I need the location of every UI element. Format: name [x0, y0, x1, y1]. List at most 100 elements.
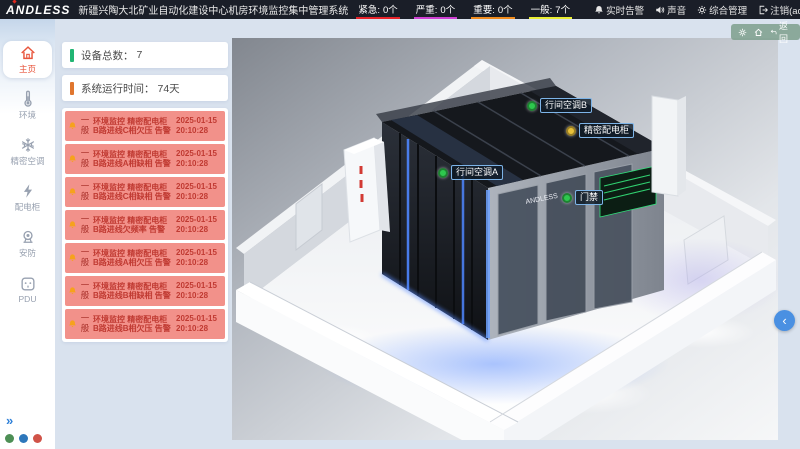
alarm-time: 20:10:28	[176, 159, 208, 168]
device-status-dot	[566, 126, 576, 136]
alarm-time: 20:10:28	[176, 126, 208, 135]
device-status-dot	[527, 101, 537, 111]
alarm-time: 20:10:28	[176, 258, 208, 267]
stat-label: 设备总数：	[81, 48, 134, 63]
room-3d-viewport[interactable]: ANDLESS	[232, 38, 778, 440]
room-3d-render[interactable]: ANDLESS	[232, 38, 778, 440]
alarm-level: 一般	[80, 215, 90, 235]
sidebar-item-label: 环境	[19, 109, 36, 121]
level-filter-severe[interactable]: 严重: 0个	[414, 1, 457, 19]
alarm-bell-icon	[68, 286, 77, 296]
realtime-alarm-button[interactable]: 实时告警	[594, 3, 644, 17]
lightning-icon	[19, 182, 37, 200]
alarm-bell-icon	[68, 220, 77, 230]
level-label: 重要:	[473, 2, 495, 16]
scene-home-view-button[interactable]	[754, 28, 763, 37]
alarm-message: 环境监控 精密配电柜 B路进线C相缺相 告警	[93, 183, 173, 202]
level-count: 0个	[440, 2, 455, 16]
home-icon	[19, 44, 37, 62]
thermometer-icon	[19, 90, 37, 108]
device-label-row-ac-b[interactable]: 行间空调B	[527, 98, 592, 113]
device-label-text: 门禁	[575, 190, 603, 205]
alarm-bell-icon	[68, 154, 77, 164]
alarm-timestamp: 2025-01-1520:10:28	[176, 314, 222, 334]
stat-value: 7	[137, 49, 143, 61]
sidebar-item-pdu[interactable]: PDU	[3, 271, 52, 308]
level-filter-general[interactable]: 一般: 7个	[529, 1, 572, 19]
alarm-row[interactable]: 一般 环境监控 精密配电柜 B路进线欠频率 告警 2025-01-1520:10…	[65, 210, 225, 240]
status-dots	[5, 434, 55, 443]
level-filter-important[interactable]: 重要: 0个	[471, 1, 514, 19]
level-filter-critical[interactable]: 紧急: 0个	[356, 1, 399, 19]
alarm-date: 2025-01-15	[176, 314, 217, 323]
speaker-icon	[655, 5, 665, 15]
app-root: ANDLESS 新疆兴陶大北矿业自动化建设中心机房环境监控集中管理系统 紧急: …	[0, 0, 800, 449]
alarm-row[interactable]: 一般 环境监控 精密配电柜 B路进线A相缺相 告警 2025-01-1520:1…	[65, 144, 225, 174]
alarm-row[interactable]: 一般 环境监控 精密配电柜 B路进线C相欠压 告警 2025-01-1520:1…	[65, 111, 225, 141]
alarm-message: 环境监控 精密配电柜 B路进线C相欠压 告警	[93, 117, 173, 136]
alarm-timestamp: 2025-01-1520:10:28	[176, 116, 222, 136]
alarm-row[interactable]: 一般 环境监控 精密配电柜 B路进线B相缺相 告警 2025-01-1520:1…	[65, 276, 225, 306]
status-dot-blue[interactable]	[19, 434, 28, 443]
stat-uptime: 系统运行时间： 74天	[62, 75, 228, 101]
stat-device-total: 设备总数： 7	[62, 42, 228, 68]
device-label-door-access[interactable]: 门禁	[562, 190, 603, 205]
level-label: 紧急:	[358, 2, 380, 16]
alarm-date: 2025-01-15	[176, 149, 217, 158]
alarm-level: 一般	[80, 116, 90, 136]
alarm-time: 20:10:28	[176, 225, 208, 234]
alarm-row[interactable]: 一般 环境监控 精密配电柜 B路进线C相缺相 告警 2025-01-1520:1…	[65, 177, 225, 207]
panel-collapse-button[interactable]: ‹	[774, 310, 795, 331]
alarm-date: 2025-01-15	[176, 215, 217, 224]
alarm-bell-icon	[68, 187, 77, 197]
alarm-timestamp: 2025-01-1520:10:28	[176, 281, 222, 301]
alarm-timestamp: 2025-01-1520:10:28	[176, 149, 222, 169]
sidebar-item-home[interactable]: 主页	[3, 41, 52, 78]
cabinet-red-label-marks	[361, 166, 362, 202]
topbar-actions: 实时告警 声音 综合管理 注销(admin)	[594, 3, 800, 17]
sidebar-footer: »	[0, 413, 55, 443]
alarm-message: 环境监控 精密配电柜 B路进线A相缺相 告警	[93, 150, 173, 169]
alarm-level-filters: 紧急: 0个 严重: 0个 重要: 0个 一般: 7个	[356, 1, 572, 19]
camera-icon	[19, 228, 37, 246]
alarm-row[interactable]: 一般 环境监控 精密配电柜 B路进线A相欠压 告警 2025-01-1520:1…	[65, 243, 225, 273]
scene-return-button[interactable]: 返回	[770, 19, 793, 45]
device-label-text: 精密配电柜	[579, 123, 634, 138]
gear-icon	[697, 5, 707, 15]
level-count: 0个	[498, 2, 513, 16]
return-arrow-icon	[770, 28, 777, 37]
alarm-message: 环境监控 精密配电柜 B路进线A相欠压 告警	[93, 249, 173, 268]
page-title: 新疆兴陶大北矿业自动化建设中心机房环境监控集中管理系统	[78, 2, 348, 17]
stat-accent-bar	[70, 49, 74, 62]
alarm-message: 环境监控 精密配电柜 B路进线B相缺相 告警	[93, 282, 173, 301]
stat-label: 系统运行时间：	[81, 81, 155, 96]
sidebar-item-label: 精密空调	[10, 155, 44, 167]
management-button[interactable]: 综合管理	[697, 3, 747, 17]
device-label-row-ac-a[interactable]: 行间空调A	[438, 165, 503, 180]
alarm-level: 一般	[80, 149, 90, 169]
alarm-list: 一般 环境监控 精密配电柜 B路进线C相欠压 告警 2025-01-1520:1…	[62, 108, 228, 342]
scene-toolbar: 返回	[731, 24, 800, 40]
alarm-row[interactable]: 一般 环境监控 精密配电柜 B路进线B相欠压 告警 2025-01-1520:1…	[65, 309, 225, 339]
sidebar-item-label: 安防	[19, 247, 36, 259]
sidebar-item-security[interactable]: 安防	[3, 225, 52, 262]
stat-accent-bar	[70, 82, 74, 95]
action-label: 实时告警	[606, 3, 644, 17]
device-label-text: 行间空调B	[540, 98, 592, 113]
sound-button[interactable]: 声音	[655, 3, 686, 17]
scene-settings-button[interactable]	[738, 28, 747, 37]
alarm-level: 一般	[80, 248, 90, 268]
expand-chevrons-icon[interactable]: »	[6, 413, 55, 428]
sidebar-item-label: 配电柜	[15, 201, 41, 213]
stat-value: 74天	[158, 81, 180, 96]
logout-button[interactable]: 注销(admin)	[758, 3, 800, 17]
level-label: 一般:	[531, 2, 553, 16]
app-logo: ANDLESS	[6, 3, 70, 17]
sidebar-item-power-cabinet[interactable]: 配电柜	[3, 179, 52, 216]
status-dot-red[interactable]	[33, 434, 42, 443]
sidebar-item-environment[interactable]: 环境	[3, 87, 52, 124]
level-label: 严重:	[416, 2, 438, 16]
sidebar-item-precision-ac[interactable]: 精密空调	[3, 133, 52, 170]
status-dot-green[interactable]	[5, 434, 14, 443]
device-label-power-cabinet[interactable]: 精密配电柜	[566, 123, 634, 138]
